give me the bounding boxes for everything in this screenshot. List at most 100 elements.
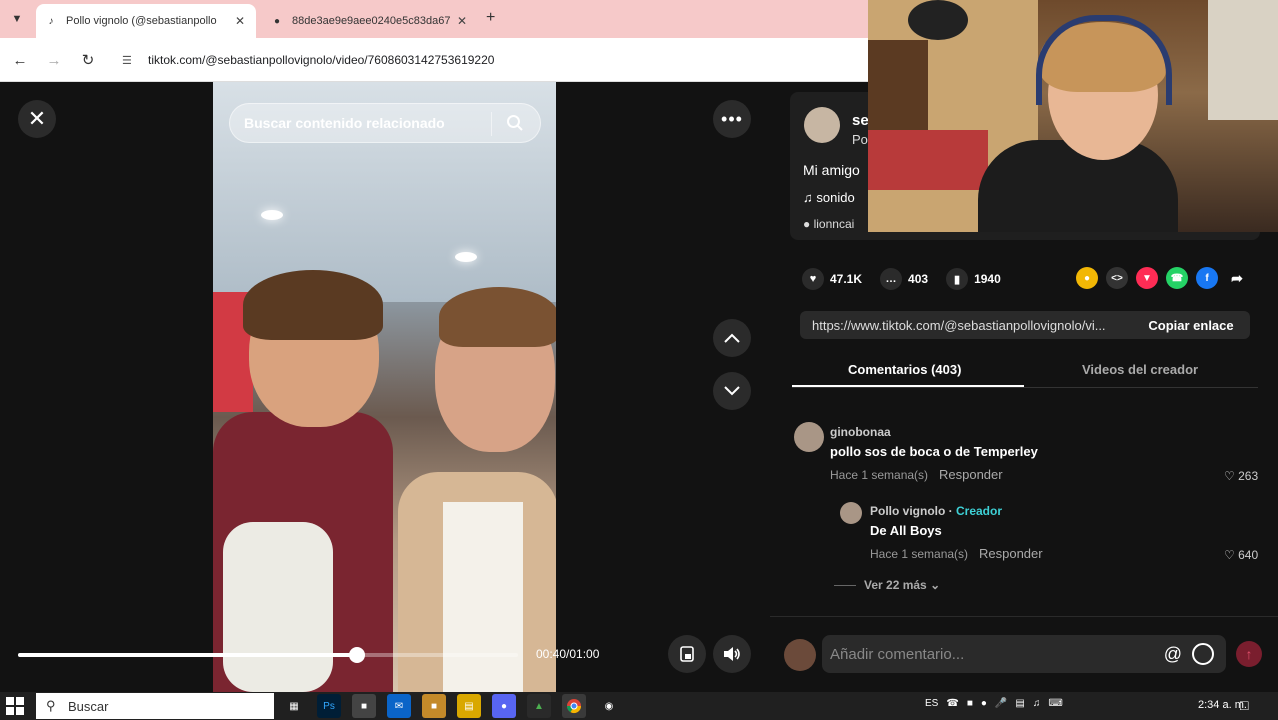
embed-code-icon[interactable]: <> (1106, 267, 1128, 289)
webcam-background (868, 130, 988, 190)
facebook-icon[interactable]: f (1196, 267, 1218, 289)
app-icon[interactable]: ■ (422, 694, 446, 718)
share-arrow-icon[interactable]: ➦ (1226, 267, 1248, 289)
emoji-icon[interactable] (1192, 643, 1214, 665)
browser-address-bar: ← → ↻ ☰ tiktok.com/@sebastianpollovignol… (0, 38, 868, 82)
network-icon[interactable]: ▤ (1015, 698, 1024, 709)
browser-tab-tiktok[interactable]: ♪ Pollo vignolo (@sebastianpollo ✕ (36, 4, 256, 38)
site-settings-icon[interactable]: ☰ (122, 54, 138, 67)
avatar[interactable] (794, 422, 824, 452)
copy-link-button[interactable]: Copiar enlace (1132, 318, 1250, 333)
tiktok-icon: ♪ (48, 15, 54, 27)
whatsapp-icon[interactable]: ☎ (1166, 267, 1188, 289)
add-comment-input[interactable]: Añadir comentario... @ (822, 635, 1226, 673)
comment-text: De All Boys (870, 523, 942, 538)
ceiling-light (261, 210, 283, 220)
comment-button[interactable]: … 403 (880, 268, 928, 290)
like-button[interactable]: ♥ 47.1K (802, 268, 862, 290)
comment-user-name: Pollo vignolo (870, 504, 946, 518)
video-progress-fill (18, 653, 357, 657)
task-view-icon[interactable]: ▦ (282, 694, 306, 718)
heart-icon: ♡ (1224, 548, 1235, 562)
comment-like-count: 640 (1238, 548, 1259, 562)
related-search-field[interactable]: Buscar contenido relacionado (229, 103, 541, 143)
tray-app-icon[interactable]: ● (981, 698, 987, 709)
ceiling-light (455, 252, 477, 262)
windows-start-icon[interactable] (6, 697, 24, 715)
tab-comments[interactable]: Comentarios (403) (848, 362, 961, 377)
creator-subtitle: Po (852, 132, 868, 147)
sound-link[interactable]: ♫ sonido (803, 190, 855, 205)
file-explorer-icon[interactable]: ▤ (457, 694, 481, 718)
coin-icon[interactable]: ● (1076, 267, 1098, 289)
view-more-label: Ver 22 más (864, 578, 927, 592)
heart-icon: ♡ (1224, 469, 1235, 483)
forward-arrow-icon[interactable]: → (44, 50, 64, 70)
share-icons: ● <> ▼ ☎ f ➦ (1076, 267, 1256, 289)
video-player[interactable] (213, 82, 556, 692)
chrome-icon[interactable] (562, 694, 586, 718)
tab-search-chevron-icon[interactable]: ▼ (6, 8, 28, 30)
tab-creator-videos[interactable]: Videos del creador (1082, 362, 1198, 377)
microphone-icon[interactable]: 🎤 (995, 698, 1007, 709)
like-count: 47.1K (830, 272, 863, 286)
back-arrow-icon[interactable]: ← (10, 50, 30, 70)
taskbar-apps: ▦ Ps ■ ✉ ■ ▤ ● ▲ ◉ (282, 694, 632, 718)
avatar[interactable] (840, 502, 862, 524)
url-field[interactable]: ☰ tiktok.com/@sebastianpollovignolo/vide… (112, 45, 852, 75)
volume-icon[interactable] (713, 635, 751, 673)
new-tab-plus-icon[interactable]: + (486, 9, 495, 27)
language-indicator[interactable]: ES (925, 698, 938, 709)
sound-name: sonido (816, 190, 855, 205)
photoshop-icon[interactable]: Ps (317, 694, 341, 718)
video-progress-handle[interactable] (348, 647, 365, 663)
search-icon[interactable] (506, 114, 524, 132)
store-icon[interactable]: ■ (352, 694, 376, 718)
reply-button[interactable]: Responder (979, 546, 1043, 561)
send-icon[interactable]: ▼ (1136, 267, 1158, 289)
mention-icon[interactable]: @ (1164, 644, 1182, 665)
comment-like-button[interactable]: ♡ 263 (1224, 469, 1258, 483)
view-more-replies[interactable]: Ver 22 más ⌄ (834, 578, 940, 592)
windows-taskbar: ⚲ Buscar ▦ Ps ■ ✉ ■ ▤ ● ▲ ◉ ES ☎ ■ ● 🎤 ▤… (0, 692, 1278, 720)
outlook-icon[interactable]: ✉ (387, 694, 411, 718)
more-options-icon[interactable]: ••• (713, 100, 751, 138)
send-comment-button[interactable]: ↑ (1236, 641, 1262, 667)
close-tab-icon[interactable]: ✕ (232, 14, 248, 28)
whatsapp-icon[interactable]: ☎ (946, 698, 958, 709)
keyboard-icon[interactable]: ⌨ (1048, 698, 1062, 709)
volume-icon[interactable]: ♫ (1033, 698, 1041, 709)
video-progress-bar[interactable] (18, 647, 518, 663)
app-icon[interactable]: ▲ (527, 694, 551, 718)
next-video-chevron-down-icon[interactable] (713, 372, 751, 410)
reload-icon[interactable]: ↻ (78, 50, 98, 70)
browser-tab-second[interactable]: ● 88de3ae9e9aee0240e5c83da67 ✕ (262, 4, 478, 38)
save-button[interactable]: ▮ 1940 (946, 268, 1001, 290)
tray-app-icon[interactable]: ■ (967, 698, 973, 709)
comment-user[interactable]: ginobonaa (830, 425, 891, 439)
tagged-user[interactable]: ● lionncai (803, 217, 854, 231)
video-link-text[interactable]: https://www.tiktok.com/@sebastianpollovi… (800, 318, 1132, 333)
close-tab-icon[interactable]: ✕ (454, 14, 470, 28)
close-icon[interactable]: ✕ (18, 100, 56, 138)
tagged-user-name: lionncai (813, 217, 855, 231)
avatar[interactable] (804, 107, 840, 143)
reply-button[interactable]: Responder (939, 467, 1003, 482)
taskbar-search-field[interactable]: ⚲ Buscar (36, 693, 274, 719)
video-stage: ✕ ••• Buscar contenido relacionado 00:40… (0, 82, 770, 692)
creator-tag: Creador (956, 504, 1003, 518)
active-tab-indicator (792, 385, 1024, 387)
discord-icon[interactable]: ● (492, 694, 516, 718)
comment-like-button[interactable]: ♡ 640 (1224, 548, 1258, 562)
creator-name[interactable]: se (852, 112, 869, 129)
notification-icon[interactable]: □ (1240, 697, 1248, 713)
obs-icon[interactable]: ◉ (597, 694, 621, 718)
video-time: 00:40/01:00 (536, 647, 600, 661)
screen: ▼ ♪ Pollo vignolo (@sebastianpollo ✕ ● 8… (0, 0, 1278, 720)
browser-tab-bar: ▼ ♪ Pollo vignolo (@sebastianpollo ✕ ● 8… (0, 0, 868, 38)
picture-in-picture-icon[interactable] (668, 635, 706, 673)
comment-item: ginobonaa pollo sos de boca o de Temperl… (794, 422, 1258, 492)
previous-video-chevron-up-icon[interactable] (713, 319, 751, 357)
comment-text: pollo sos de boca o de Temperley (830, 444, 1038, 459)
comment-user[interactable]: Pollo vignolo · Creador (870, 504, 1002, 518)
